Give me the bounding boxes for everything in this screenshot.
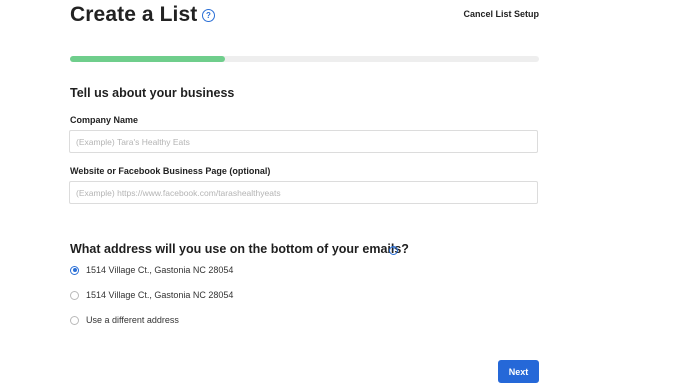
company-name-label: Company Name [70, 115, 139, 125]
create-list-page: Create a List ? Cancel List Setup Tell u… [0, 0, 680, 386]
address-option-label: 1514 Village Ct., Gastonia NC 28054 [86, 290, 234, 300]
question-circle-icon[interactable]: ? [202, 9, 215, 22]
radio-button[interactable] [70, 290, 79, 300]
address-option-label: Use a different address [86, 315, 179, 325]
address-option-2[interactable]: 1514 Village Ct., Gastonia NC 28054 [70, 289, 233, 301]
address-option-label: 1514 Village Ct., Gastonia NC 28054 [86, 265, 234, 275]
address-question-heading: What address will you use on the bottom … [70, 242, 409, 256]
radio-button[interactable] [70, 265, 79, 275]
address-option-1[interactable]: 1514 Village Ct., Gastonia NC 28054 [70, 264, 233, 276]
cancel-list-setup-link[interactable]: Cancel List Setup [463, 9, 539, 19]
next-button[interactable]: Next [498, 360, 539, 383]
company-name-input[interactable] [69, 130, 538, 153]
address-option-different[interactable]: Use a different address [70, 314, 179, 326]
progress-bar-fill [70, 56, 225, 62]
business-section-heading: Tell us about your business [70, 86, 235, 100]
page-title: Create a List [70, 3, 198, 26]
website-label: Website or Facebook Business Page (optio… [70, 166, 271, 176]
website-input[interactable] [69, 181, 538, 204]
address-help-icon[interactable]: ? [389, 246, 398, 255]
progress-bar [70, 56, 539, 62]
radio-button[interactable] [70, 315, 79, 325]
